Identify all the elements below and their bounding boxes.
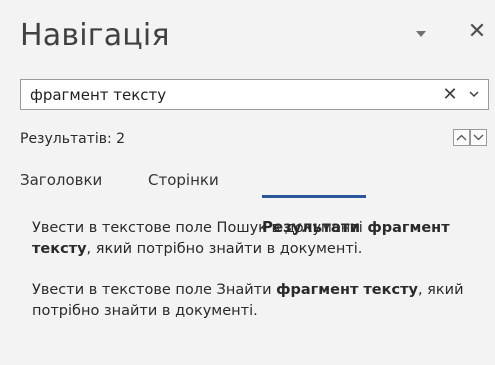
tab-headings[interactable]: Заголовки — [20, 171, 102, 189]
result-match-text: фрагмент тексту — [276, 282, 418, 298]
search-box: ✕ — [20, 79, 489, 110]
dropdown-arrow-icon — [416, 31, 426, 37]
chevron-down-icon — [473, 134, 484, 141]
result-count: Результатів: 2 — [20, 131, 126, 147]
search-options-chevron-icon[interactable] — [467, 80, 481, 109]
navigation-pane: Навігація ✕ ✕ Результатів: 2 Заголовки С… — [0, 0, 495, 365]
result-text-before: Увести в текстове поле Знайти — [32, 282, 277, 298]
tab-pages[interactable]: Сторінки — [148, 171, 219, 189]
search-input[interactable] — [21, 80, 421, 109]
chevron-up-icon — [456, 134, 467, 141]
pane-title: Навігація — [20, 18, 170, 53]
search-result-item[interactable]: Увести в текстове поле Пошук в документі… — [32, 218, 472, 260]
next-result-button[interactable] — [470, 129, 487, 146]
search-result-item[interactable]: Увести в текстове поле Знайти фрагмент т… — [32, 280, 472, 322]
pane-options-button[interactable] — [411, 26, 431, 42]
result-text-after: , який потрібно знайти в документі. — [86, 241, 363, 257]
close-icon[interactable]: ✕ — [465, 18, 489, 46]
clear-search-icon[interactable]: ✕ — [441, 80, 459, 109]
result-text-before: Увести в текстове поле Пошук в документі — [32, 220, 368, 236]
previous-result-button[interactable] — [453, 129, 470, 146]
results-list: Увести в текстове поле Пошук в документі… — [32, 218, 472, 322]
selected-tab-indicator — [262, 195, 366, 198]
